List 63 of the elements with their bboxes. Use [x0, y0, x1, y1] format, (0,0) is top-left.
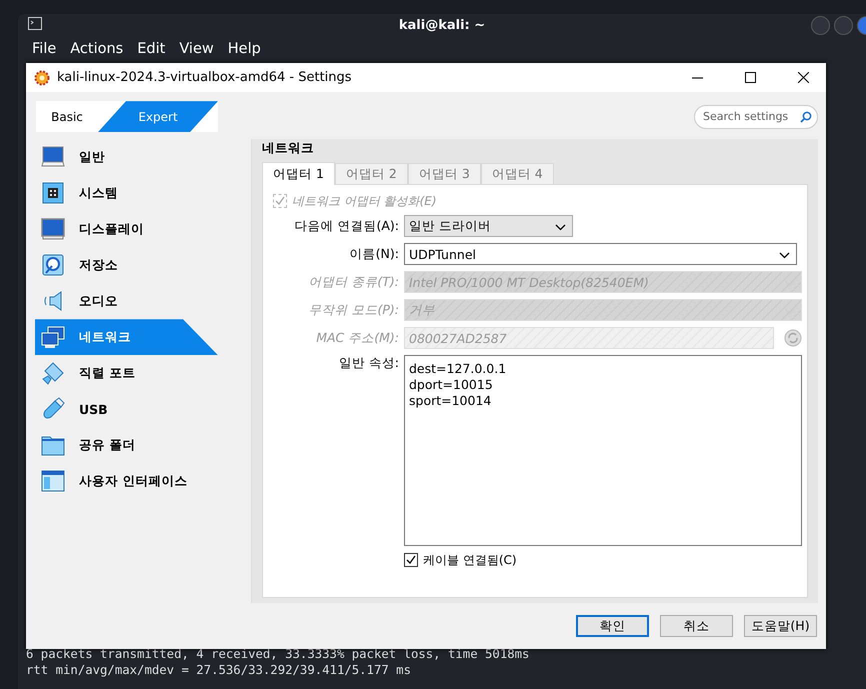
sidebar-item[interactable]: 시스템	[35, 175, 218, 212]
dropdown[interactable]: 일반 드라이버	[404, 215, 573, 238]
section-title: 네트워크	[262, 139, 315, 158]
adapter-tab[interactable]: 어댑터 2	[334, 163, 408, 184]
mode-tab[interactable]: Expert	[98, 101, 218, 132]
settings-category-icon	[41, 325, 65, 350]
dropdown[interactable]: UDPTunnel	[404, 243, 797, 266]
menu-item[interactable]: Help	[228, 39, 261, 59]
sidebar-item[interactable]: 일반	[35, 139, 218, 176]
dialog-button[interactable]: 확인	[576, 615, 649, 638]
field-label: MAC 주소(M):	[315, 330, 399, 347]
field-label: 어댑터 종류(T):	[307, 274, 399, 291]
refresh-icon[interactable]	[784, 329, 802, 348]
menu-item[interactable]: Actions	[70, 39, 124, 59]
terminal-output-line: 6 packets transmitted, 4 received, 33.3333% packet loss, time 5018ms	[26, 646, 530, 662]
settings-category-icon	[41, 469, 65, 494]
adapter-tab[interactable]: 어댑터 4	[480, 163, 554, 184]
search-icon	[800, 110, 812, 123]
text-line: dest=127.0.0.1	[409, 361, 508, 378]
sidebar-item[interactable]: 공유 폴더	[35, 427, 218, 464]
field-label: 이름(N):	[348, 246, 399, 263]
sidebar-item[interactable]: 오디오	[35, 283, 218, 320]
terminal-icon	[28, 17, 42, 30]
dialog-title: kali-linux-2024.3-virtualbox-amd64 - Settings	[57, 70, 352, 85]
adapter-tab[interactable]: 어댑터 1	[262, 162, 335, 186]
sidebar-item[interactable]: 디스플레이	[35, 211, 218, 248]
sidebar-item[interactable]: 직렬 포트	[35, 355, 218, 392]
settings-category-icon	[41, 253, 65, 278]
checkbox-label: 네트워크 어댑터 활성화(E)	[292, 192, 437, 210]
text-area[interactable]: dest=127.0.0.1 dport=10015 sport=10014	[404, 355, 802, 546]
field-label: 다음에 연결됨(A):	[294, 218, 399, 235]
minimize-button[interactable]	[811, 16, 830, 35]
terminal-output-line: rtt min/avg/max/mdev = 27.536/33.292/39.411/5.177 ms	[26, 662, 412, 678]
settings-category-icon	[41, 181, 65, 206]
checkbox[interactable]	[404, 553, 418, 568]
maximize-button[interactable]	[834, 16, 853, 35]
dialog-button[interactable]: 도움말(H)	[744, 615, 817, 638]
search-field[interactable]: Search settings	[694, 104, 818, 129]
adapter-tab[interactable]: 어댑터 3	[408, 163, 481, 184]
text-line: dport=10015	[409, 377, 494, 394]
field-label: 일반 속성:	[338, 355, 399, 372]
close-icon[interactable]	[798, 72, 808, 83]
maximize-icon[interactable]	[744, 72, 756, 83]
settings-category-icon	[41, 361, 65, 386]
window-title: kali@kali: ~	[398, 18, 486, 32]
caret-icon	[779, 252, 790, 259]
text-line: sport=10014	[409, 393, 492, 410]
checkbox-label: 케이블 연결됨(C)	[423, 552, 517, 569]
settings-category-icon	[41, 217, 65, 242]
menu-item[interactable]: View	[179, 39, 214, 59]
settings-category-icon	[41, 397, 65, 422]
settings-category-icon	[41, 145, 65, 170]
field-label: 무작위 모드(P):	[308, 302, 399, 319]
menu-item[interactable]: Edit	[137, 39, 166, 59]
dialog-button[interactable]: 취소	[660, 615, 733, 638]
sidebar-item[interactable]: 네트워크	[35, 319, 218, 356]
sidebar-item[interactable]: USB	[35, 391, 218, 428]
gear-icon	[34, 70, 50, 86]
menu-item[interactable]: File	[32, 39, 56, 59]
sidebar-item[interactable]: 사용자 인터페이스	[35, 463, 218, 500]
sidebar-item[interactable]: 저장소	[35, 247, 218, 284]
mode-tab[interactable]: Basic	[36, 101, 98, 132]
caret-icon	[555, 224, 566, 231]
